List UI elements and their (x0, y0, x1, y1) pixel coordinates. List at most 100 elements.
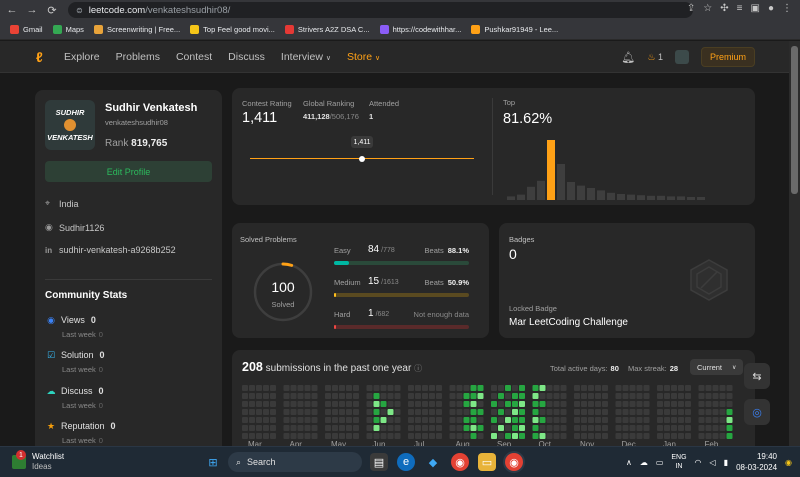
heatmap-cell[interactable] (595, 409, 601, 415)
heatmap-cell[interactable] (574, 433, 580, 439)
heatmap-cell[interactable] (325, 401, 331, 407)
heatmap-cell[interactable] (498, 401, 504, 407)
heatmap-cell[interactable] (311, 393, 318, 399)
heatmap-cell[interactable] (249, 433, 255, 439)
heatmap-cell[interactable] (532, 393, 539, 399)
heatmap-cell[interactable] (249, 417, 255, 423)
heatmap-cell[interactable] (394, 385, 401, 391)
heatmap-cell[interactable] (560, 425, 567, 431)
heatmap-cell[interactable] (553, 433, 560, 439)
heatmap-cell[interactable] (297, 409, 304, 415)
heatmap-cell[interactable] (588, 401, 594, 407)
heatmap-cell[interactable] (560, 409, 567, 415)
heatmap-cell[interactable] (602, 393, 608, 399)
heatmap-cell[interactable] (726, 425, 733, 431)
heatmap-cell[interactable] (622, 401, 629, 407)
heatmap-cell[interactable] (705, 401, 712, 407)
heatmap-cell[interactable] (332, 385, 338, 391)
heatmap-cell[interactable] (685, 417, 691, 423)
heatmap-cell[interactable] (380, 433, 387, 439)
heatmap-cell[interactable] (726, 385, 733, 391)
heatmap-cell[interactable] (415, 433, 421, 439)
heatmap-cell[interactable] (726, 409, 733, 415)
chrome-icon[interactable]: ◉ (451, 453, 469, 471)
nav-explore[interactable]: Explore (64, 51, 100, 63)
heatmap-cell[interactable] (311, 433, 318, 439)
heatmap-cell[interactable] (436, 417, 442, 423)
heatmap-cell[interactable] (373, 417, 380, 423)
heatmap-cell[interactable] (574, 417, 580, 423)
heatmap-cell[interactable] (574, 409, 580, 415)
heatmap-cell[interactable] (373, 401, 380, 407)
rating-point[interactable] (359, 155, 365, 162)
heatmap-cell[interactable] (304, 409, 311, 415)
heatmap-cell[interactable] (263, 409, 269, 415)
heatmap-cell[interactable] (415, 417, 421, 423)
chrome-active-icon[interactable]: ◉ (505, 453, 523, 471)
heatmap-cell[interactable] (505, 417, 511, 423)
menu-icon[interactable]: ≡ (737, 3, 743, 14)
heatmap-cell[interactable] (256, 401, 262, 407)
forward-icon[interactable]: → (24, 2, 40, 18)
heatmap-cell[interactable] (325, 409, 331, 415)
distribution-bar[interactable] (567, 182, 575, 200)
heatmap-cell[interactable] (256, 409, 262, 415)
heatmap-cell[interactable] (643, 417, 650, 423)
edge-icon[interactable]: e (397, 453, 415, 471)
heatmap-cell[interactable] (422, 393, 428, 399)
heatmap-cell[interactable] (449, 409, 456, 415)
heatmap-cell[interactable] (622, 409, 629, 415)
heatmap-cell[interactable] (546, 425, 553, 431)
heatmap-cell[interactable] (512, 425, 518, 431)
heatmap-cell[interactable] (394, 425, 401, 431)
heatmap-cell[interactable] (615, 425, 622, 431)
avatar-icon[interactable]: ● (768, 3, 774, 14)
heatmap-cell[interactable] (270, 385, 276, 391)
heatmap-cell[interactable] (373, 433, 380, 439)
heatmap-cell[interactable] (477, 401, 484, 407)
heatmap-cell[interactable] (560, 393, 567, 399)
heatmap-cell[interactable] (429, 409, 435, 415)
heatmap-cell[interactable] (671, 393, 677, 399)
heatmap-cell[interactable] (394, 401, 401, 407)
heatmap-cell[interactable] (705, 409, 712, 415)
reload-icon[interactable]: ⟳ (44, 2, 60, 18)
heatmap-cell[interactable] (685, 385, 691, 391)
heatmap-cell[interactable] (719, 409, 726, 415)
heatmap-cell[interactable] (698, 409, 705, 415)
bookmark-item[interactable]: Top Feel good movi... (190, 25, 275, 34)
heatmap-cell[interactable] (353, 425, 359, 431)
heatmap-cell[interactable] (394, 433, 401, 439)
heatmap-cell[interactable] (290, 401, 297, 407)
heatmap-cell[interactable] (726, 433, 733, 439)
heatmap-cell[interactable] (498, 433, 504, 439)
heatmap-cell[interactable] (332, 409, 338, 415)
heatmap-cell[interactable] (242, 401, 248, 407)
heatmap-cell[interactable] (470, 401, 477, 407)
distribution-bar[interactable] (577, 185, 585, 200)
heatmap-cell[interactable] (297, 385, 304, 391)
heatmap-cell[interactable] (712, 409, 719, 415)
heatmap-cell[interactable] (380, 409, 387, 415)
bookmark-item[interactable]: Strivers A2Z DSA C... (284, 25, 370, 34)
heatmap-cell[interactable] (678, 409, 684, 415)
heatmap-cell[interactable] (249, 425, 255, 431)
heatmap-cell[interactable] (498, 393, 504, 399)
heatmap-cell[interactable] (463, 417, 470, 423)
heatmap-cell[interactable] (380, 425, 387, 431)
heatmap-cell[interactable] (242, 417, 248, 423)
heatmap-cell[interactable] (678, 393, 684, 399)
heatmap-cell[interactable] (339, 393, 345, 399)
heatmap-cell[interactable] (449, 433, 456, 439)
heatmap-cell[interactable] (408, 417, 414, 423)
heatmap-cell[interactable] (622, 385, 629, 391)
address-bar[interactable]: ⊜ leetcode.com/venkateshsudhir08/ (68, 2, 693, 18)
linkedin-row[interactable]: in sudhir-venkatesh-a9268b252 (45, 245, 176, 255)
heatmap-cell[interactable] (574, 401, 580, 407)
heatmap-cell[interactable] (698, 401, 705, 407)
heatmap-cell[interactable] (270, 417, 276, 423)
heatmap-cell[interactable] (719, 401, 726, 407)
heatmap-cell[interactable] (615, 417, 622, 423)
heatmap-cell[interactable] (519, 417, 525, 423)
file-explorer-icon[interactable]: ▭ (478, 453, 496, 471)
